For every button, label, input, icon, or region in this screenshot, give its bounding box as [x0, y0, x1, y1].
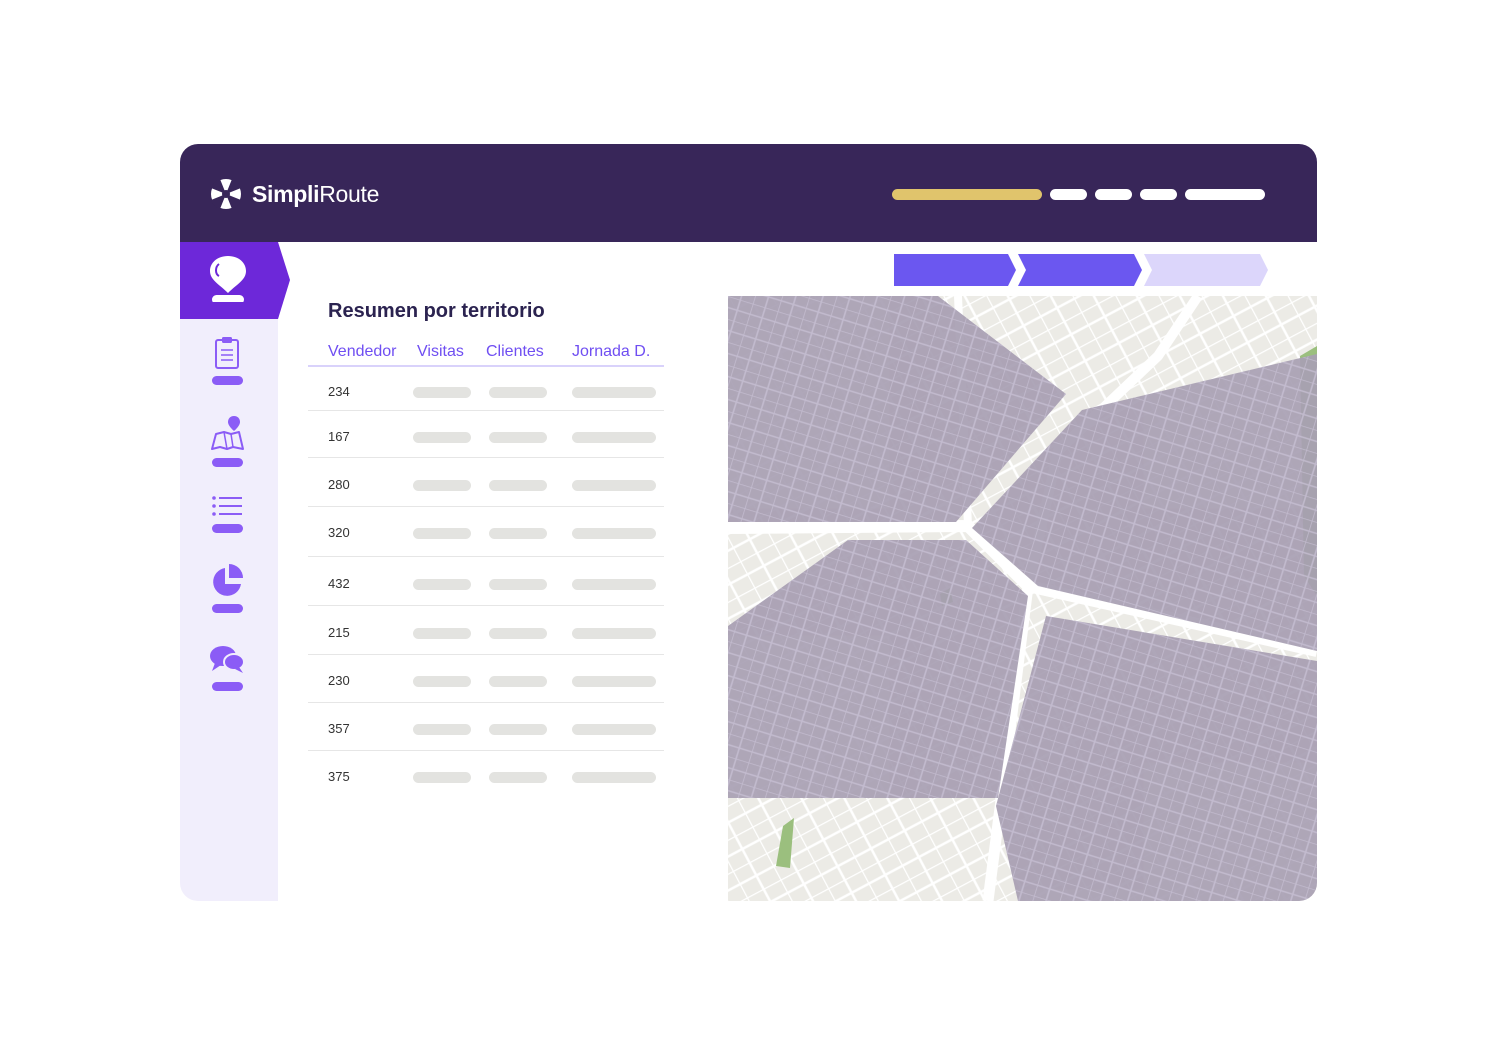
territory-map[interactable]	[728, 296, 1317, 901]
column-header-clientes[interactable]: Clientes	[486, 343, 544, 361]
placeholder-cell	[572, 772, 656, 783]
sidebar-item-label	[212, 376, 243, 385]
row-divider	[308, 702, 664, 703]
placeholder-cell	[489, 480, 547, 491]
map-pin-icon	[211, 416, 244, 450]
sidebar-item-label	[212, 604, 243, 613]
placeholder-cell	[413, 579, 471, 590]
placeholder-cell	[413, 772, 471, 783]
brand-logo[interactable]: SimpliRoute	[208, 176, 379, 212]
placeholder-cell	[413, 480, 471, 491]
sidebar-item-map[interactable]	[180, 416, 278, 486]
simpliroute-logo-icon	[211, 179, 241, 209]
nav-pill[interactable]	[1095, 189, 1132, 200]
brand-name: SimpliRoute	[252, 180, 380, 207]
nav-pill[interactable]	[1140, 189, 1177, 200]
location-bubble-icon	[210, 256, 246, 302]
sidebar-item-label	[212, 524, 243, 533]
step-1[interactable]	[894, 254, 1016, 286]
row-divider	[308, 605, 664, 606]
sidebar-item-label	[212, 458, 243, 467]
placeholder-cell	[572, 432, 656, 443]
placeholder-cell	[413, 724, 471, 735]
column-header-visitas[interactable]: Visitas	[417, 343, 464, 361]
clipboard-icon	[215, 337, 239, 369]
vendedor-cell: 280	[328, 477, 350, 492]
row-divider	[308, 556, 664, 557]
row-divider	[308, 654, 664, 655]
header-divider	[308, 365, 664, 367]
placeholder-cell	[572, 628, 656, 639]
placeholder-cell	[413, 528, 471, 539]
vendedor-cell: 230	[328, 673, 350, 688]
placeholder-cell	[572, 480, 656, 491]
vendedor-cell: 357	[328, 721, 350, 736]
nav-pill[interactable]	[1050, 189, 1087, 200]
sidebar-item-label	[212, 682, 243, 691]
row-divider	[308, 750, 664, 751]
placeholder-cell	[572, 579, 656, 590]
placeholder-cell	[489, 528, 547, 539]
row-divider	[308, 457, 664, 458]
placeholder-cell	[572, 387, 656, 398]
nav-pill-active[interactable]	[892, 189, 1042, 200]
column-header-vendedor[interactable]: Vendedor	[328, 343, 397, 361]
placeholder-cell	[413, 432, 471, 443]
placeholder-cell	[489, 676, 547, 687]
vendedor-cell: 375	[328, 769, 350, 784]
placeholder-cell	[572, 528, 656, 539]
placeholder-cell	[572, 676, 656, 687]
sidebar-item-list[interactable]	[180, 494, 278, 564]
row-divider	[308, 410, 664, 411]
sidebar-item-chat[interactable]	[180, 644, 278, 714]
placeholder-cell	[413, 628, 471, 639]
placeholder-cell	[489, 772, 547, 783]
row-divider	[308, 506, 664, 507]
placeholder-cell	[489, 432, 547, 443]
vendedor-cell: 320	[328, 525, 350, 540]
vendedor-cell: 432	[328, 576, 350, 591]
placeholder-cell	[489, 724, 547, 735]
page-title: Resumen por territorio	[328, 300, 545, 322]
step-2[interactable]	[1018, 254, 1142, 286]
sidebar-item-orders[interactable]	[180, 336, 278, 406]
chat-icon	[210, 646, 245, 673]
placeholder-cell	[489, 579, 547, 590]
progress-steps	[894, 254, 1268, 286]
app-window: SimpliRoute Resumen por territorio Vende…	[180, 144, 1317, 901]
vendedor-cell: 167	[328, 429, 350, 444]
placeholder-cell	[572, 724, 656, 735]
placeholder-cell	[489, 387, 547, 398]
sidebar-item-analytics[interactable]	[180, 564, 278, 634]
vendedor-cell: 234	[328, 384, 350, 399]
placeholder-cell	[413, 676, 471, 687]
placeholder-cell	[413, 387, 471, 398]
pie-chart-icon	[213, 564, 243, 596]
nav-pill[interactable]	[1185, 189, 1265, 200]
top-bar: SimpliRoute	[180, 144, 1317, 242]
step-3[interactable]	[1144, 254, 1268, 286]
column-header-jornada[interactable]: Jornada D.	[572, 343, 650, 361]
vendedor-cell: 215	[328, 625, 350, 640]
placeholder-cell	[489, 628, 547, 639]
